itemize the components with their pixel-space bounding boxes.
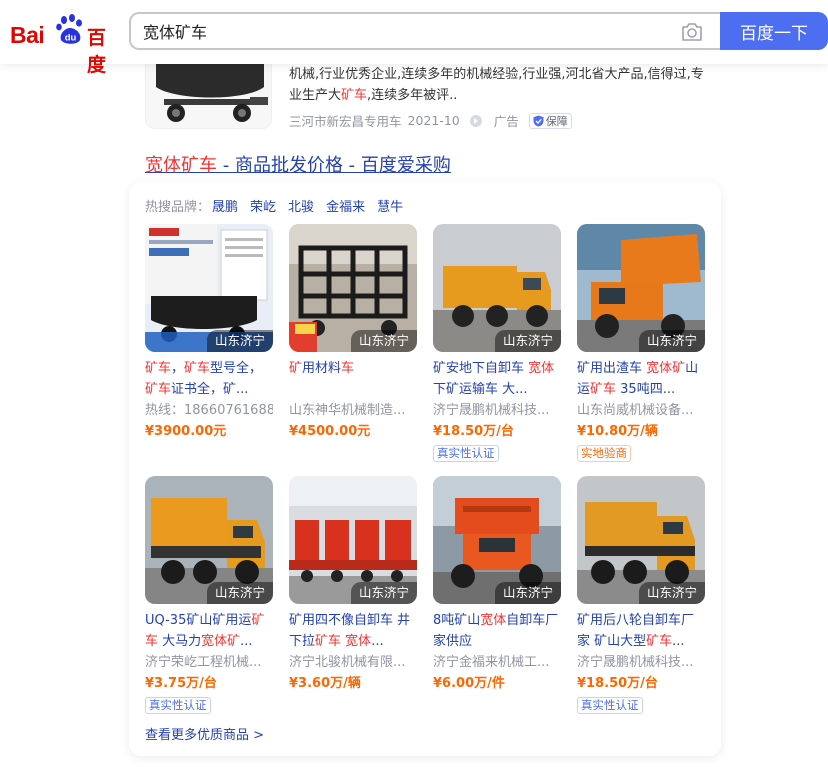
product-title[interactable]: 矿车，矿车型号全，矿车证书全，矿... — [145, 358, 273, 400]
product-title[interactable]: 矿用后八轮自卸车厂家 矿山大型矿车... — [577, 610, 705, 652]
svg-text:du: du — [65, 33, 77, 44]
product-image[interactable]: 山东济宁 — [433, 476, 561, 604]
play-dot-icon[interactable] — [469, 114, 482, 127]
product-title[interactable]: 矿用四不像自卸车 井下拉矿车 宽体... — [289, 610, 417, 652]
brand-link[interactable]: 金福来 — [326, 196, 365, 215]
ad-date: 2021-10 — [407, 113, 460, 128]
product-image[interactable]: 山东济宁 — [289, 224, 417, 352]
product-title[interactable]: 8吨矿山宽体自卸车厂家供应 — [433, 610, 561, 652]
product-shop: 济宁北骏机械有限... — [289, 655, 406, 670]
ad-desc-text: ,连续多年被评.. — [367, 88, 458, 103]
product-price: ¥3.75万/台 — [145, 676, 217, 691]
brand-link[interactable]: 北骏 — [288, 196, 314, 215]
product-location: 山东济宁 — [638, 330, 705, 352]
guarantee-label: 保障 — [545, 114, 568, 128]
verified-tag: 真实性认证 — [577, 697, 643, 714]
product-shop: 山东尚威机械设备... — [577, 403, 694, 418]
ad-label[interactable]: 广告 — [494, 111, 519, 130]
product-price: ¥6.00万/件 — [433, 676, 505, 691]
product-image[interactable]: 山东济宁 — [289, 476, 417, 604]
ad-desc-line: 业生产大矿车,连续多年被评.. — [289, 85, 709, 106]
product-shop: 山东神华机械制造... — [289, 403, 406, 418]
camera-icon[interactable] — [681, 22, 703, 42]
ad-source[interactable]: 三河市新宏昌专用车 — [289, 111, 402, 130]
ad-desc-highlight: 矿车 — [341, 88, 368, 103]
product-price: ¥4500.00元 — [289, 424, 371, 439]
product-item[interactable]: 山东济宁 矿车，矿车型号全，矿车证书全，矿... 热线：18660761688 … — [145, 224, 273, 442]
result-title-link[interactable]: 宽体矿车 - 商品批发价格 - 百度爱采购 — [145, 151, 451, 177]
product-location: 山东济宁 — [350, 582, 417, 604]
hot-brands: 热搜品牌： 晟鹏 荣屹 北骏 金福来 慧牛 — [145, 196, 403, 215]
search-box[interactable] — [129, 12, 721, 50]
ad-desc-text: 业生产大 — [289, 88, 342, 103]
product-item[interactable]: 山东济宁 矿用后八轮自卸车厂家 矿山大型矿车... 济宁晟鹏机械科技... ¥1… — [577, 476, 705, 714]
product-shop: 热线：18660761688 — [145, 403, 273, 418]
product-price: ¥10.80万/辆 — [577, 424, 658, 439]
product-location: 山东济宁 — [494, 582, 561, 604]
guarantee-badge[interactable]: 保障 — [528, 112, 572, 129]
product-item[interactable]: 山东济宁 矿用出渣车 宽体矿山运矿车 35吨四... 山东尚威机械设备... ¥… — [577, 224, 705, 462]
ad-description: 机械,行业优秀企业,连续多年的机械经验,行业强,河北省大产品,信得过,专 业生产… — [289, 64, 709, 106]
product-location: 山东济宁 — [638, 582, 705, 604]
product-card: 热搜品牌： 晟鹏 荣屹 北骏 金福来 慧牛 山东济宁 矿车，矿车型号全，矿车证书… — [129, 182, 721, 756]
product-item[interactable]: 山东济宁 矿用材料车 山东神华机械制造... ¥4500.00元 — [289, 224, 417, 442]
product-location: 山东济宁 — [494, 330, 561, 352]
product-shop: 济宁晟鹏机械科技... — [433, 403, 550, 418]
result-title-highlight: 宽体矿车 — [145, 155, 217, 176]
more-products-link[interactable]: 查看更多优质商品 > — [145, 724, 264, 743]
product-location: 山东济宁 — [206, 582, 273, 604]
product-item[interactable]: 山东济宁 UQ-35矿山矿用运矿车 大马力宽体矿... 济宁荣屹工程机械... … — [145, 476, 273, 714]
product-price: ¥18.50万/台 — [577, 676, 658, 691]
product-image[interactable]: 山东济宁 — [145, 476, 273, 604]
product-price: ¥3.60万/辆 — [289, 676, 361, 691]
hot-brands-label: 热搜品牌： — [145, 200, 211, 215]
product-price: ¥3900.00元 — [145, 424, 227, 439]
logo-text-chinese: 百度 — [87, 27, 106, 76]
product-shop: 济宁金福来机械工... — [433, 655, 550, 670]
product-item[interactable]: 山东济宁 8吨矿山宽体自卸车厂家供应 济宁金福来机械工... ¥6.00万/件 — [433, 476, 561, 694]
search-button[interactable]: 百度一下 — [720, 12, 828, 50]
ad-desc-line: 机械,行业优秀企业,连续多年的机械经验,行业强,河北省大产品,信得过,专 — [289, 67, 704, 82]
product-item[interactable]: 山东济宁 矿用四不像自卸车 井下拉矿车 宽体... 济宁北骏机械有限... ¥3… — [289, 476, 417, 694]
product-title[interactable]: 矿用出渣车 宽体矿山运矿车 35吨四... — [577, 358, 705, 400]
paw-icon: du — [56, 14, 82, 44]
product-image[interactable]: 山东济宁 — [433, 224, 561, 352]
product-image[interactable]: 山东济宁 — [577, 476, 705, 604]
product-price: ¥18.50万/台 — [433, 424, 514, 439]
result-title-text: - 商品批发价格 - 百度爱采购 — [217, 155, 451, 176]
product-title[interactable]: 矿安地下自卸车 宽体下矿运输车 大... — [433, 358, 561, 400]
product-item[interactable]: 山东济宁 矿安地下自卸车 宽体下矿运输车 大... 济宁晟鹏机械科技... ¥1… — [433, 224, 561, 462]
product-location: 山东济宁 — [350, 330, 417, 352]
product-shop: 济宁晟鹏机械科技... — [577, 655, 694, 670]
verified-tag: 真实性认证 — [433, 445, 499, 462]
baidu-logo[interactable]: Bai du 百度 — [10, 14, 114, 76]
product-shop: 济宁荣屹工程机械... — [145, 655, 262, 670]
product-image[interactable]: 山东济宁 — [145, 224, 273, 352]
verified-tag: 真实性认证 — [145, 697, 211, 714]
brand-link[interactable]: 慧牛 — [377, 196, 403, 215]
onsite-verified-tag: 实地验商 — [577, 445, 631, 462]
logo-text-bai: Bai — [10, 22, 45, 48]
shield-check-icon — [533, 115, 544, 127]
brand-link[interactable]: 晟鹏 — [212, 196, 238, 215]
product-title[interactable]: 矿用材料车 — [289, 358, 417, 400]
product-title[interactable]: UQ-35矿山矿用运矿车 大马力宽体矿... — [145, 610, 273, 652]
brand-link[interactable]: 荣屹 — [250, 196, 276, 215]
search-input[interactable] — [143, 20, 663, 42]
ad-meta: 三河市新宏昌专用车 2021-10 广告 保障 — [289, 111, 572, 130]
product-image[interactable]: 山东济宁 — [577, 224, 705, 352]
top-search-bar: Bai du 百度 百度一下 — [0, 0, 828, 76]
product-location: 山东济宁 — [206, 330, 273, 352]
